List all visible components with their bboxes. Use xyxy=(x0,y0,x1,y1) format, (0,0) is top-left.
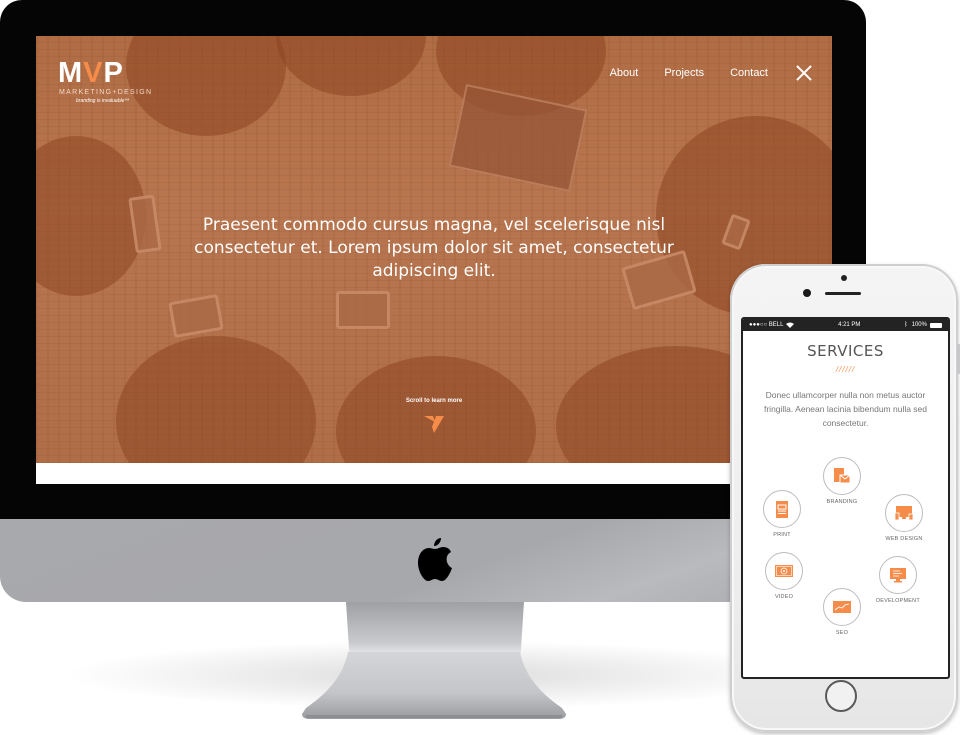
desktop-screen: MVP MARKETING+DESIGN branding is invalua… xyxy=(36,36,832,484)
photo-person xyxy=(336,356,536,463)
service-print[interactable]: PRINT xyxy=(752,490,812,538)
home-button[interactable] xyxy=(825,680,857,712)
battery-label: 100% xyxy=(911,322,927,328)
photo-person xyxy=(36,136,146,296)
phone-camera xyxy=(803,289,811,297)
service-branding[interactable]: BRANDING xyxy=(812,457,872,505)
carrier-label: ●●●○○ BELL xyxy=(749,322,784,328)
scroll-down-icon[interactable] xyxy=(424,416,444,433)
hero-headline: Praesent commodo cursus magna, vel scele… xyxy=(194,215,674,281)
video-icon xyxy=(775,565,793,577)
photo-tablet xyxy=(336,291,390,329)
mvp-logo[interactable]: MVP MARKETING+DESIGN branding is invalua… xyxy=(58,58,158,108)
photo-person xyxy=(276,36,426,96)
phone-screen: ●●●○○ BELL 4:21 PM ᛒ 100% SERVICES //////… xyxy=(741,317,950,679)
scroll-label[interactable]: Scroll to learn more xyxy=(36,398,832,404)
wifi-icon xyxy=(786,322,795,328)
close-icon[interactable] xyxy=(796,65,812,81)
service-label: PRINT xyxy=(773,532,791,538)
hero-section: MVP MARKETING+DESIGN branding is invalua… xyxy=(36,36,832,463)
services-divider: ////// xyxy=(835,365,856,374)
iphone: ●●●○○ BELL 4:21 PM ᛒ 100% SERVICES //////… xyxy=(730,264,960,732)
bluetooth-icon: ᛒ xyxy=(904,322,908,328)
page-below-hero xyxy=(36,463,832,484)
nav-about[interactable]: About xyxy=(610,67,639,79)
service-development[interactable]: DEVELOPMENT xyxy=(868,556,928,604)
services-description: Donec ullamcorper nulla non metus auctor… xyxy=(763,390,928,428)
apple-logo-icon xyxy=(418,538,452,581)
phone-speaker xyxy=(825,292,861,295)
service-label: BRANDING xyxy=(826,499,858,505)
services-title: SERVICES xyxy=(807,342,884,360)
seo-icon xyxy=(833,601,851,613)
logo-mark: MVP xyxy=(58,57,124,89)
print-icon xyxy=(776,501,788,518)
photo-tablet xyxy=(168,293,224,339)
phone-sensor xyxy=(841,275,847,281)
status-bar: ●●●○○ BELL 4:21 PM ᛒ 100% xyxy=(743,319,948,331)
logo-subtitle: MARKETING+DESIGN xyxy=(59,89,153,96)
nav-projects[interactable]: Projects xyxy=(664,67,704,79)
service-label: DEVELOPMENT xyxy=(876,598,920,604)
service-label: VIDEO xyxy=(774,594,794,600)
status-time: 4:21 PM xyxy=(838,322,861,328)
service-video[interactable]: VIDEO xyxy=(754,552,814,600)
development-icon xyxy=(890,568,906,583)
main-nav: About Projects Contact xyxy=(610,65,812,81)
service-web-design[interactable]: WEB DESIGN xyxy=(874,494,934,542)
service-label: SEO xyxy=(835,630,849,636)
service-seo[interactable]: SEO xyxy=(812,588,872,636)
logo-tagline: branding is invaluable™ xyxy=(76,98,130,104)
branding-icon xyxy=(834,468,851,484)
battery-icon xyxy=(929,322,942,328)
web-design-icon xyxy=(894,506,914,521)
service-label: WEB DESIGN xyxy=(885,536,923,542)
nav-contact[interactable]: Contact xyxy=(730,67,768,79)
imac-stand-foot xyxy=(302,652,566,719)
